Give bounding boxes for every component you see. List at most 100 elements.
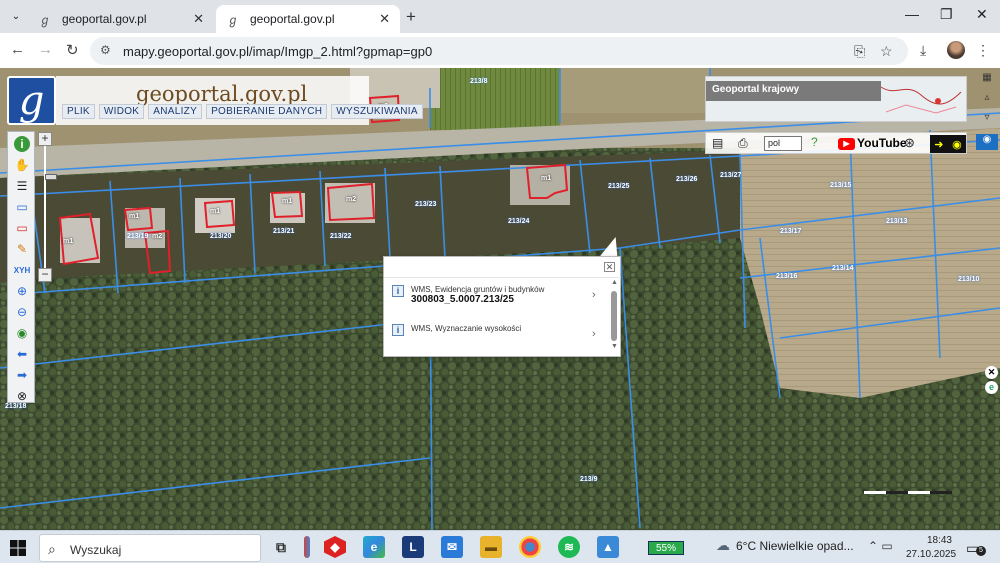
popup-close-icon[interactable]: ✕ [604, 262, 615, 272]
full-extent-globe-icon[interactable]: ◉ [14, 325, 30, 341]
select-area-icon[interactable]: ▭ [14, 199, 30, 215]
layers-icon[interactable]: ▦ [976, 72, 998, 88]
clock-date: 27.10.2025 [906, 549, 957, 560]
tab-search-icon[interactable]: ⌄ [8, 8, 24, 24]
clear-selection-icon[interactable]: ▭ [14, 220, 30, 236]
youtube-play-icon: ▶ [838, 137, 855, 150]
photos-icon[interactable]: ▲ [597, 536, 619, 558]
overview-map[interactable]: Geoportal krajowy [705, 76, 967, 122]
back-icon[interactable]: ← [10, 41, 25, 58]
reload-icon[interactable]: ↻ [66, 41, 79, 59]
red-app-icon[interactable]: ◆ [324, 536, 346, 558]
side-scroll-down-icon[interactable]: ▿ [976, 112, 998, 128]
zoom-minus-button[interactable]: − [38, 268, 52, 282]
weather-widget[interactable]: ☁ 6°C Niewielkie opad... [716, 537, 854, 554]
draw-pencil-icon[interactable]: ✎ [14, 241, 30, 257]
tray-chevron-icon[interactable]: ⌃ [868, 539, 878, 553]
help-icon[interactable]: ? [811, 135, 818, 149]
building-label: m1 [541, 175, 552, 182]
parcel-label: 213/19 [127, 233, 149, 240]
printer-icon[interactable]: ⎙ [738, 136, 748, 151]
new-tab-button[interactable]: + [406, 7, 416, 27]
tab-close-icon[interactable]: ✕ [379, 11, 390, 27]
battery-tray-icon[interactable]: ▭ [881, 539, 892, 553]
popup-layer-name: WMS, Wyznaczanie wysokości [411, 324, 522, 333]
chrome-icon[interactable] [519, 536, 541, 558]
menu-pobieranie-danych[interactable]: POBIERANIE DANYCH [206, 104, 328, 119]
next-view-icon[interactable]: ➡ [14, 367, 30, 383]
color-bar-icon[interactable] [304, 536, 310, 558]
tab-geoportal-2[interactable]: ℊ geoportal.gov.pl ✕ [216, 5, 400, 33]
building-label: m1 [210, 208, 221, 215]
close-panel-icon[interactable]: ✕ [985, 366, 998, 379]
overview-label: Geoportal krajowy [706, 81, 881, 101]
side-scroll-up-icon[interactable]: ▵ [976, 92, 998, 108]
xyh-coordinates-icon[interactable]: XYH [14, 262, 30, 278]
language-select[interactable]: pol [764, 136, 802, 151]
scroll-down-arrow-icon[interactable]: ▼ [611, 343, 618, 350]
info-icon[interactable]: i [14, 136, 30, 152]
file-explorer-icon[interactable]: ▬ [480, 536, 502, 558]
minimize-icon[interactable]: — [905, 6, 919, 22]
eye-view-icon[interactable]: ◉ [976, 134, 998, 150]
url-text[interactable]: mapy.geoportal.gov.pl/imap/Imgp_2.html?g… [123, 44, 432, 59]
mail-icon[interactable]: ✉ [441, 536, 463, 558]
download-icon[interactable]: ⤓ [920, 42, 926, 59]
site-info-icon[interactable]: ⚙ [100, 43, 111, 57]
settings-wheel-icon[interactable]: ⊗ [14, 388, 30, 404]
chevron-right-icon[interactable]: › [592, 328, 596, 340]
spotify-icon[interactable]: ≋ [558, 536, 580, 558]
previous-view-icon[interactable]: ⬅ [14, 346, 30, 362]
close-window-icon[interactable]: ✕ [976, 6, 988, 23]
zoom-slider[interactable]: + − [38, 132, 57, 282]
zoom-in-icon[interactable]: ⊕ [14, 283, 30, 299]
profile-avatar[interactable] [947, 41, 965, 59]
pan-hand-icon[interactable]: ✋ [14, 157, 30, 173]
legend-icon[interactable]: ☰ [14, 178, 30, 194]
tab-geoportal-1[interactable]: ℊ geoportal.gov.pl ✕ [28, 5, 214, 33]
popup-scrollbar[interactable]: ▲ ▼ [611, 279, 619, 354]
tab-close-icon[interactable]: ✕ [193, 11, 204, 27]
zoom-out-icon[interactable]: ⊖ [14, 304, 30, 320]
zoom-plus-button[interactable]: + [38, 132, 52, 146]
menu-wyszukiwania[interactable]: WYSZUKIWANIA [331, 104, 423, 119]
taskbar-search[interactable]: ⌕ Wyszukaj [39, 534, 261, 562]
restore-icon[interactable]: ❐ [940, 6, 953, 23]
parcel-label: 213/17 [780, 228, 802, 235]
map-canvas[interactable]: 213/23 213/22 213/19 213/21 213/20 213/18 213/… [0, 68, 1000, 530]
install-app-icon[interactable]: ⎘ [854, 43, 865, 60]
chevron-right-icon[interactable]: › [592, 289, 596, 301]
geoportal-logo[interactable]: g [7, 76, 56, 125]
notification-icon[interactable]: ▭ 5 [966, 540, 986, 557]
popup-header-divider [384, 277, 621, 278]
edge-icon[interactable]: e [363, 536, 385, 558]
left-toolbar: i ✋ ☰ ▭ ▭ ✎ XYH ⊕ ⊖ ◉ ⬅ ➡ ⊗ [7, 131, 35, 403]
menu-analizy[interactable]: ANALIZY [148, 104, 203, 119]
e-services-icon[interactable]: e [985, 381, 998, 394]
accessibility-icon[interactable]: ⊛ [904, 135, 915, 151]
parcel-label: 213/18 [5, 403, 27, 410]
popup-parcel-id: 300803_5.0007.213/25 [411, 294, 514, 305]
geoportal-favicon-icon: ℊ [226, 12, 239, 27]
forward-icon[interactable]: → [38, 41, 53, 58]
menu-kebab-icon[interactable]: ⋮ [976, 42, 990, 59]
system-tray[interactable]: ⌃ ▭ [868, 539, 893, 553]
scroll-up-arrow-icon[interactable]: ▲ [611, 279, 618, 286]
contrast-toggle[interactable]: ➜ ◉ [930, 135, 966, 153]
task-view-icon[interactable]: ⧉ [270, 536, 292, 558]
app-l-icon[interactable]: L [402, 536, 424, 558]
address-bar[interactable]: ⚙ mapy.geoportal.gov.pl/imap/Imgp_2.html… [90, 37, 908, 65]
youtube-link[interactable]: ▶ YouTube [838, 136, 907, 150]
zoom-thumb[interactable] [45, 174, 57, 180]
scale-bar [864, 491, 952, 494]
scroll-thumb[interactable] [611, 291, 617, 341]
bookmark-star-icon[interactable]: ☆ [880, 43, 893, 60]
windows-start-icon[interactable] [10, 540, 26, 556]
tab-title: geoportal.gov.pl [250, 12, 335, 26]
battery-indicator[interactable]: 55% [648, 541, 684, 555]
clock[interactable]: 18:43 27.10.2025 [906, 534, 957, 562]
menu-widok[interactable]: WIDOK [98, 104, 145, 119]
menu-plik[interactable]: PLIK [62, 104, 95, 119]
zoom-track[interactable] [44, 146, 57, 268]
print-preview-icon[interactable]: ▤ [712, 136, 723, 150]
